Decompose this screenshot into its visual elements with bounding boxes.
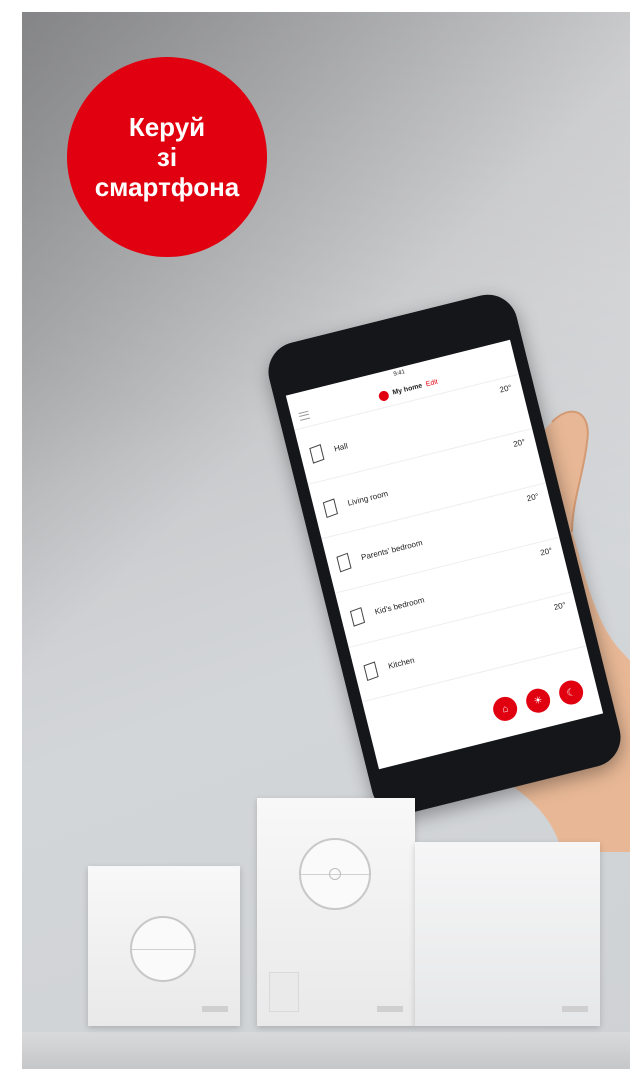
badge-line-1: Керуй (128, 112, 206, 142)
sensor-pad (269, 972, 299, 1012)
sun-icon[interactable]: ☀ (523, 686, 553, 716)
room-name: Hall (333, 441, 349, 454)
window-icon (363, 660, 379, 681)
controller-dial (299, 838, 371, 910)
shelf (22, 1032, 630, 1069)
device-label (377, 1006, 403, 1012)
window-icon (309, 443, 325, 464)
room-temp: 20° (552, 600, 567, 612)
window-icon (349, 606, 365, 627)
room-temp: 20° (539, 545, 554, 558)
room-temp: 20° (525, 491, 540, 504)
room-name: Living room (346, 489, 389, 508)
badge-line-2: зі (156, 142, 178, 172)
app-name: My home (391, 382, 424, 397)
remote-dial (130, 916, 196, 982)
promo-badge: Керуй зі смартфона (67, 57, 267, 257)
badge-line-3: смартфона (94, 172, 240, 202)
gateway-box (415, 842, 600, 1026)
moon-icon[interactable]: ☾ (556, 677, 586, 708)
window-icon (322, 497, 338, 518)
action-buttons: ⌂ ☀ ☾ (490, 677, 586, 724)
logo-icon (377, 389, 391, 402)
home-mode-icon[interactable]: ⌂ (490, 694, 520, 724)
edit-link[interactable]: Edit (425, 379, 438, 389)
room-name: Parents' bedroom (360, 538, 424, 563)
room-temp: 20° (498, 382, 513, 395)
wall-remote (88, 866, 240, 1026)
room-temp: 20° (512, 437, 527, 449)
device-label (562, 1006, 588, 1012)
status-time: 9:41 (392, 369, 406, 378)
window-icon (336, 552, 352, 572)
room-controller (257, 798, 415, 1026)
room-name: Kitchen (387, 655, 416, 671)
device-label (202, 1006, 228, 1012)
room-name: Kid's bedroom (373, 595, 426, 617)
